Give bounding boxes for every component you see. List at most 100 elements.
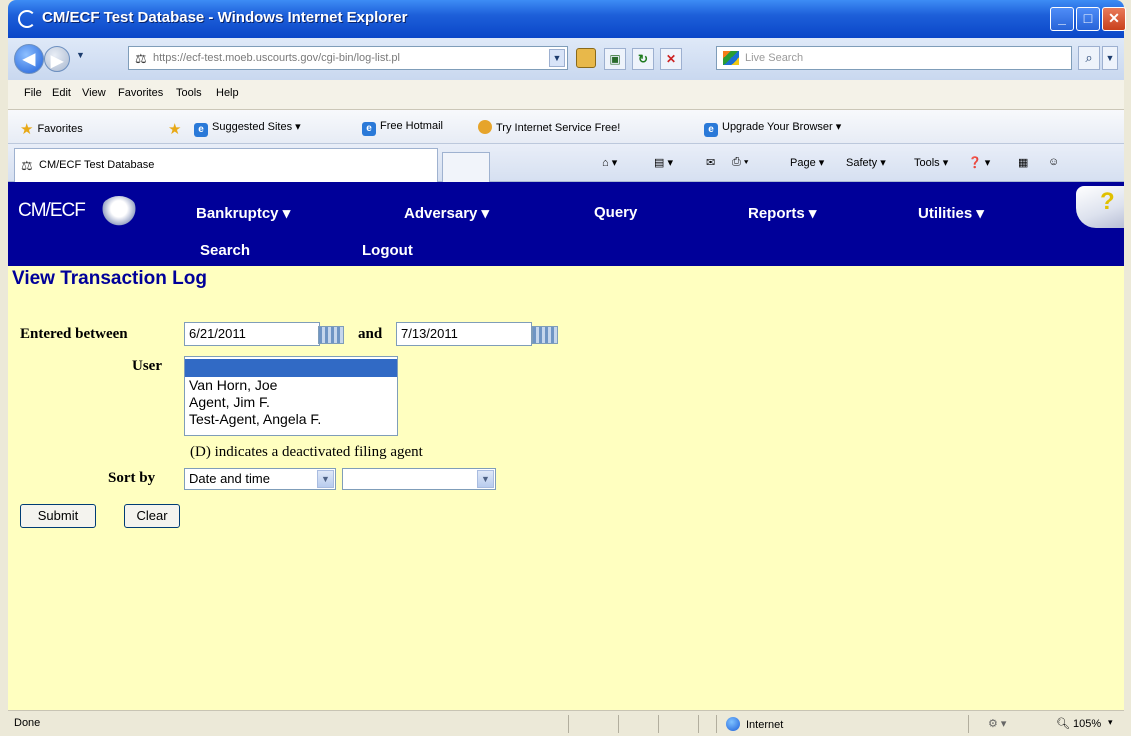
- research-icon[interactable]: ▦: [1018, 156, 1028, 169]
- tab-row: ⚖ CM/ECF Test Database ⌂ ▾ ▤ ▾ ✉ ⎙ ▾ Pag…: [8, 144, 1124, 182]
- nav-logout[interactable]: Logout: [362, 242, 413, 259]
- search-options-dropdown[interactable]: ▼: [1102, 46, 1118, 70]
- close-button[interactable]: ✕: [1102, 7, 1126, 31]
- menu-tools[interactable]: Tools: [176, 87, 202, 99]
- nav-query[interactable]: Query: [594, 204, 637, 221]
- ie-icon: e: [704, 123, 718, 137]
- ie-logo-icon: [18, 10, 36, 28]
- upgrade-browser-link[interactable]: e Upgrade Your Browser ▾: [704, 120, 841, 137]
- user-option-blank-selected[interactable]: [185, 359, 397, 377]
- live-search-logo-icon: [723, 51, 739, 65]
- security-zone[interactable]: Internet: [726, 717, 783, 731]
- search-placeholder: Live Search: [745, 52, 804, 64]
- deactivated-note: (D) indicates a deactivated filing agent: [190, 444, 423, 460]
- free-hotmail-link[interactable]: e Free Hotmail: [362, 120, 443, 136]
- forward-button[interactable]: ▶: [44, 46, 70, 72]
- submit-button[interactable]: Submit: [20, 504, 96, 528]
- status-text: Done: [14, 717, 41, 729]
- question-mark-icon: ?: [1100, 188, 1115, 215]
- menu-favorites[interactable]: Favorites: [118, 87, 163, 99]
- sort-by-label: Sort by: [108, 470, 156, 486]
- clear-button[interactable]: Clear: [124, 504, 180, 528]
- sort-primary-select[interactable]: Date and time ▼: [184, 468, 336, 490]
- safety-menu[interactable]: Safety ▾: [846, 156, 886, 169]
- search-input[interactable]: Live Search: [716, 46, 1072, 70]
- refresh-icon[interactable]: ↻: [632, 48, 654, 70]
- menu-view[interactable]: View: [82, 87, 106, 99]
- ie-icon: e: [362, 122, 376, 136]
- stop-icon[interactable]: ✕: [660, 48, 682, 70]
- scales-icon: ⚖: [135, 51, 147, 66]
- chevron-down-icon: ▼: [477, 470, 494, 488]
- home-icon[interactable]: ⌂ ▾: [602, 156, 617, 169]
- scales-icon: ⚖: [21, 158, 33, 173]
- favorites-button[interactable]: ★ Favorites: [20, 120, 83, 138]
- page-content: CM/ECF Bankruptcy ▾ Adversary ▾ Query Re…: [8, 182, 1124, 710]
- internet-service-link[interactable]: Try Internet Service Free!: [478, 120, 620, 134]
- mail-icon[interactable]: ✉: [706, 156, 715, 169]
- address-dropdown-button[interactable]: ▼: [549, 49, 565, 67]
- minimize-button[interactable]: _: [1050, 7, 1074, 31]
- maximize-button[interactable]: □: [1076, 7, 1100, 31]
- and-label: and: [358, 326, 383, 342]
- calendar-to-icon[interactable]: [532, 326, 558, 344]
- feeds-icon[interactable]: ▤ ▾: [654, 156, 673, 169]
- tab-active[interactable]: ⚖ CM/ECF Test Database: [14, 148, 438, 182]
- messenger-icon[interactable]: ☺: [1048, 156, 1059, 168]
- user-listbox[interactable]: Van Horn, Joe Agent, Jim F. Test-Agent, …: [184, 356, 398, 436]
- status-bar: Done Internet ⚙ ▾ 🔍︎ 105% ▾: [8, 710, 1124, 736]
- print-icon[interactable]: ⎙ ▾: [732, 156, 748, 169]
- browser-window: CM/ECF Test Database - Windows Internet …: [0, 0, 1131, 736]
- menu-edit[interactable]: Edit: [52, 87, 71, 99]
- person-icon: [478, 120, 492, 134]
- ecf-seal-icon: [100, 196, 138, 228]
- search-icon[interactable]: ⌕: [1078, 46, 1100, 70]
- add-favorite-icon[interactable]: ★: [168, 120, 185, 138]
- nav-utilities[interactable]: Utilities ▾: [918, 204, 984, 222]
- star-icon: ★: [20, 121, 34, 138]
- back-arrow-icon: ◀: [22, 51, 36, 68]
- menu-bar: File Edit View Favorites Tools Help: [8, 80, 1124, 110]
- url-text: https://ecf-test.moeb.uscourts.gov/cgi-b…: [153, 52, 400, 64]
- user-option[interactable]: Agent, Jim F.: [185, 394, 397, 411]
- nav-bankruptcy[interactable]: Bankruptcy ▾: [196, 204, 290, 222]
- help-icon[interactable]: ?: [1076, 186, 1124, 228]
- user-option[interactable]: Van Horn, Joe: [185, 377, 397, 394]
- protected-mode-icon[interactable]: ⚙ ▾: [988, 717, 1006, 730]
- ecf-logo[interactable]: CM/ECF: [18, 200, 86, 222]
- forward-arrow-icon: ▶: [50, 53, 64, 70]
- page-title: View Transaction Log: [12, 268, 207, 289]
- zoom-level[interactable]: 🔍︎ 105%: [1056, 717, 1101, 730]
- lock-icon[interactable]: [576, 48, 596, 68]
- date-to-field[interactable]: 7/13/2011: [396, 322, 532, 346]
- tools-menu[interactable]: Tools ▾: [914, 156, 948, 169]
- page-menu[interactable]: Page ▾: [790, 156, 824, 169]
- menu-help[interactable]: Help: [216, 87, 239, 99]
- favorites-bar: ★ Favorites ★ e Suggested Sites ▾ e Free Ho…: [8, 110, 1124, 144]
- globe-icon: [726, 717, 740, 731]
- back-button[interactable]: ◀: [14, 44, 44, 74]
- ecf-navigation-bar: CM/ECF Bankruptcy ▾ Adversary ▾ Query Re…: [8, 182, 1124, 266]
- address-toolbar: ◀ ▶ ▼ ⚖ https://ecf-test.moeb.uscourts.g…: [8, 38, 1124, 80]
- help-icon[interactable]: ❓ ▾: [968, 156, 990, 169]
- user-label: User: [132, 358, 162, 374]
- ie-icon: e: [194, 123, 208, 137]
- chevron-down-icon: ▼: [317, 470, 334, 488]
- address-field[interactable]: ⚖ https://ecf-test.moeb.uscourts.gov/cgi…: [128, 46, 568, 70]
- calendar-from-icon[interactable]: [318, 326, 344, 344]
- new-tab-button[interactable]: [442, 152, 490, 182]
- suggested-sites-link[interactable]: e Suggested Sites ▾: [194, 120, 301, 137]
- sort-secondary-select[interactable]: ▼: [342, 468, 496, 490]
- user-option[interactable]: Test-Agent, Angela F.: [185, 411, 397, 428]
- date-from-field[interactable]: 6/21/2011: [184, 322, 320, 346]
- title-bar: CM/ECF Test Database - Windows Internet …: [8, 0, 1126, 38]
- nav-reports[interactable]: Reports ▾: [748, 204, 816, 222]
- zoom-dropdown[interactable]: ▾: [1108, 717, 1113, 728]
- compatibility-view-icon[interactable]: ▣: [604, 48, 626, 70]
- menu-file[interactable]: File: [24, 87, 42, 99]
- nav-adversary[interactable]: Adversary ▾: [404, 204, 489, 222]
- recent-pages-dropdown[interactable]: ▼: [76, 50, 85, 60]
- tab-title: CM/ECF Test Database: [39, 159, 155, 171]
- window-title: CM/ECF Test Database - Windows Internet …: [42, 9, 408, 26]
- nav-search[interactable]: Search: [200, 242, 250, 259]
